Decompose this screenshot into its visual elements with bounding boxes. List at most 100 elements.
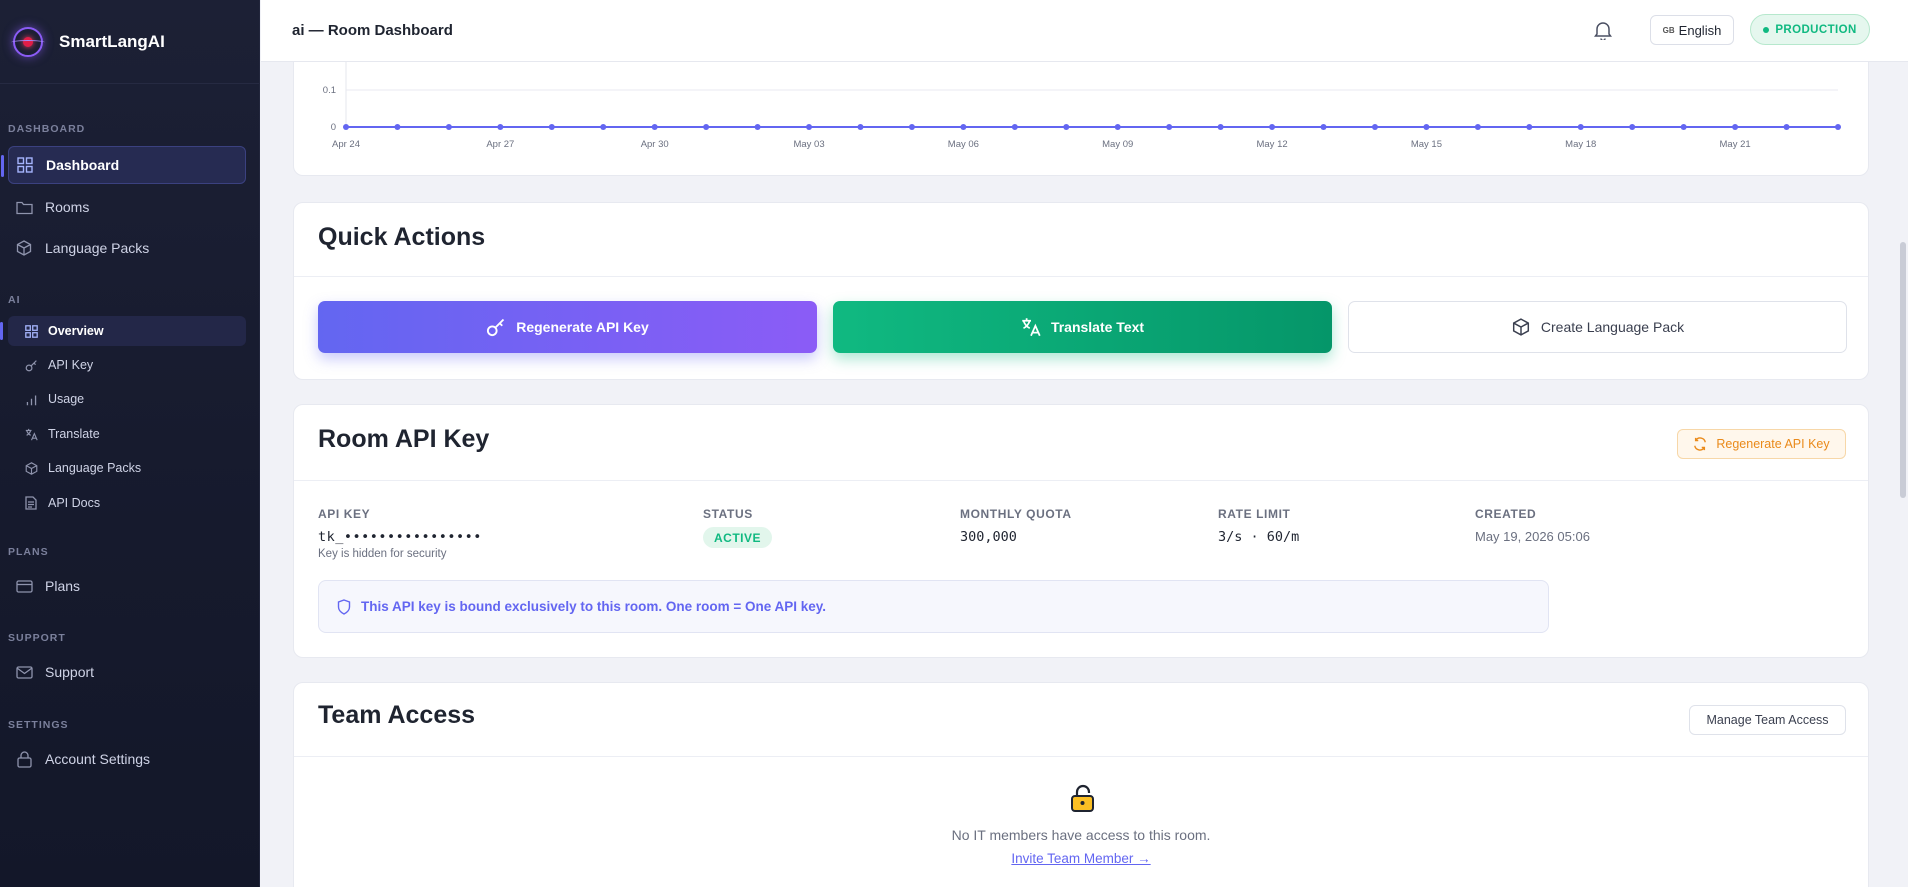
key-icon (486, 317, 506, 337)
cube-icon (24, 461, 38, 475)
data-point (806, 124, 813, 130)
api-key-notice: This API key is bound exclusively to thi… (318, 580, 1549, 633)
data-point (1114, 124, 1121, 130)
team-access-card: Team Access Manage Team Access No IT mem… (293, 682, 1869, 887)
sidebar-item-language-packs[interactable]: Language Packs (8, 229, 246, 267)
sidebar-item-translate[interactable]: Translate (8, 419, 246, 449)
flag-icon: GB (1662, 25, 1675, 35)
grid-icon (24, 324, 38, 338)
api-key-label: API KEY (318, 507, 371, 521)
x-tick-label: Apr 30 (641, 139, 669, 150)
regenerate-api-key-button[interactable]: Regenerate API Key (318, 301, 817, 353)
monthly-quota-label: MONTHLY QUOTA (960, 507, 1072, 521)
rate-limit-label: RATE LIMIT (1218, 507, 1291, 521)
translate-text-label: Translate Text (1050, 319, 1145, 335)
sidebar-item-label: API Key (48, 358, 94, 372)
divider (294, 480, 1868, 481)
sidebar-item-support[interactable]: Support (8, 653, 246, 691)
section-dashboard: DASHBOARD (8, 123, 86, 135)
team-access-title: Team Access (318, 701, 476, 729)
data-point (497, 124, 504, 130)
data-point (1732, 124, 1739, 130)
manage-team-access-button[interactable]: Manage Team Access (1689, 705, 1846, 735)
team-empty-message: No IT members have access to this room. (951, 827, 1211, 843)
data-point (1474, 124, 1481, 130)
grid-icon (16, 156, 34, 174)
language-label: English (1678, 22, 1722, 38)
sidebar-item-api-key[interactable]: API Key (8, 350, 246, 380)
data-point (857, 124, 864, 130)
translate-icon (1021, 317, 1041, 337)
translate-text-button[interactable]: Translate Text (833, 301, 1332, 353)
data-point (548, 124, 555, 130)
api-key-value[interactable]: tk_•••••••••••••••• (318, 529, 482, 545)
data-point (1423, 124, 1430, 130)
x-tick-label: May 12 (1256, 139, 1287, 150)
scrollbar[interactable] (1898, 62, 1908, 887)
section-ai: AI (8, 294, 21, 306)
y-tick-label: 0.1 (323, 85, 336, 96)
sidebar-item-overview[interactable]: Overview (0, 316, 246, 346)
data-point (1166, 124, 1173, 130)
sidebar-item-label: Dashboard (46, 157, 120, 173)
sidebar-item-label: Overview (48, 324, 104, 338)
status-dot-icon (1763, 26, 1770, 33)
invite-link-label[interactable]: Invite Team Member → (1011, 851, 1150, 866)
api-key-hint: Key is hidden for security (318, 548, 447, 560)
data-point (960, 124, 967, 130)
data-point (1629, 124, 1636, 130)
status-badge: ACTIVE (703, 527, 772, 548)
regenerate-api-key-label: Regenerate API Key (516, 319, 649, 335)
data-point (1835, 124, 1841, 130)
create-language-pack-label: Create Language Pack (1540, 319, 1685, 335)
sidebar: SmartLangAI DASHBOARD Dashboard Rooms La… (0, 0, 260, 887)
data-point (1063, 124, 1070, 130)
rate-limit-value: 3/s · 60/m (1218, 529, 1300, 545)
invite-team-member-link[interactable]: Invite Team Member → (294, 851, 1868, 866)
regenerate-api-key-small-button[interactable]: Regenerate API Key (1677, 429, 1846, 459)
translate-icon (24, 427, 38, 441)
data-point (1011, 124, 1018, 130)
bar-chart-icon (24, 392, 38, 406)
data-point (1269, 124, 1276, 130)
sidebar-item-rooms[interactable]: Rooms (8, 188, 246, 226)
monthly-quota-value: 300,000 (960, 529, 1017, 545)
credit-card-icon (15, 577, 33, 595)
x-tick-label: Apr 27 (486, 139, 514, 150)
data-point (1680, 124, 1687, 130)
x-tick-label: May 03 (793, 139, 824, 150)
x-tick-label: May 15 (1411, 139, 1442, 150)
language-selector[interactable]: GB English (1650, 15, 1734, 45)
sidebar-item-dashboard[interactable]: Dashboard (1, 146, 246, 184)
sidebar-item-label: Usage (48, 392, 85, 406)
scrollbar-thumb[interactable] (1900, 242, 1906, 498)
brand-name: SmartLangAI (59, 31, 165, 51)
brand[interactable]: SmartLangAI (0, 0, 259, 84)
section-plans: PLANS (8, 546, 49, 558)
lock-icon (1068, 783, 1098, 813)
sidebar-item-plans[interactable]: Plans (8, 567, 246, 605)
created-label: CREATED (1475, 507, 1537, 521)
logo-icon (11, 26, 45, 57)
data-point (1217, 124, 1224, 130)
data-point (1577, 124, 1584, 130)
x-tick-label: May 21 (1720, 139, 1751, 150)
sidebar-item-language-packs-ai[interactable]: Language Packs (8, 453, 246, 483)
data-point (1783, 124, 1790, 130)
environment-label: PRODUCTION (1775, 23, 1857, 36)
data-point (1526, 124, 1533, 130)
data-point (1371, 124, 1378, 130)
notification-bell-icon[interactable] (1594, 20, 1612, 42)
x-tick-label: May 18 (1565, 139, 1596, 150)
sidebar-item-account-settings[interactable]: Account Settings (8, 740, 246, 778)
sidebar-item-label: Language Packs (45, 240, 150, 256)
data-point (600, 124, 607, 130)
cube-icon (15, 239, 33, 257)
sidebar-item-usage[interactable]: Usage (8, 384, 246, 414)
data-point (343, 124, 349, 130)
create-language-pack-button[interactable]: Create Language Pack (1348, 301, 1847, 353)
sidebar-item-api-docs[interactable]: API Docs (8, 488, 246, 518)
section-settings: SETTINGS (8, 719, 69, 731)
sidebar-item-label: API Docs (48, 496, 101, 510)
data-point (1320, 124, 1327, 130)
